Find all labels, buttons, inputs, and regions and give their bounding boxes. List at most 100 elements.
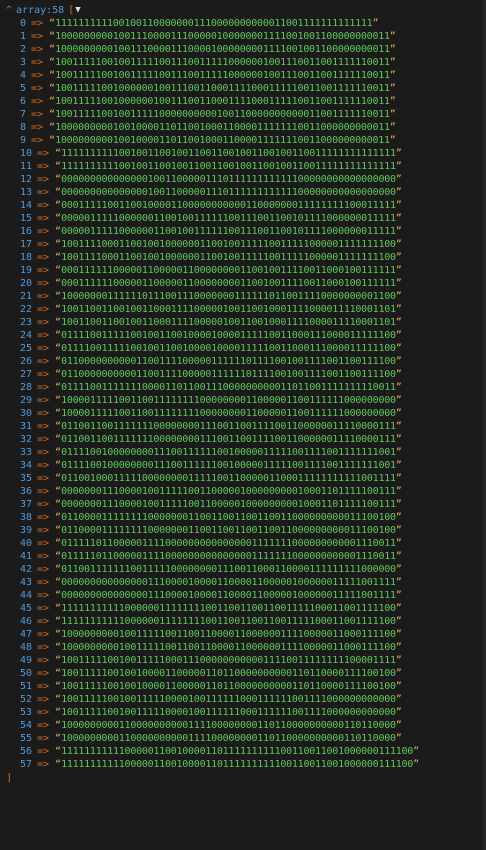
row-index: 30 — [19, 408, 32, 419]
row-arrow: => — [37, 330, 50, 341]
array-row: 8 => “100000000010010000110110010001100001… — [6, 121, 486, 134]
row-arrow: => — [37, 447, 50, 458]
row-index: 11 — [19, 161, 32, 172]
close-quote: ” — [395, 473, 402, 484]
row-index: 18 — [19, 252, 32, 263]
array-row: 31 => “01100110011111110000000011100110011… — [6, 420, 486, 433]
row-index: 57 — [19, 759, 32, 770]
array-row: 39 => “01100001111111100000001100110011001… — [6, 524, 486, 537]
row-value: 0110011111110011111000000001110011000110… — [61, 564, 396, 575]
close-quote: ” — [395, 395, 402, 406]
row-arrow: => — [37, 421, 50, 432]
row-index: 50 — [19, 668, 32, 679]
array-rows: 0 => “111111111100100110000000111000000000… — [6, 17, 486, 771]
array-row: 36 => “00000001110000100111110011000001000… — [6, 485, 486, 498]
close-quote: ” — [395, 252, 402, 263]
row-index: 23 — [19, 317, 32, 328]
array-row: 49 => “10011111001001111100011100000000000… — [6, 654, 486, 667]
row-arrow: => — [37, 733, 50, 744]
row-value: 1000000000100111110011001100001100000011… — [61, 642, 396, 653]
row-value: 0000011111000000110010011111100111001100… — [61, 226, 396, 237]
row-value: 0111100111110010011001000010000111110011… — [61, 330, 396, 341]
array-row: 4 => “100111110010011111001110011111000000… — [6, 69, 486, 82]
array-row: 40 => “01111101100000111100000000000000011… — [6, 537, 486, 550]
close-quote: ” — [372, 18, 379, 29]
close-quote: ” — [395, 382, 402, 393]
close-quote: ” — [395, 460, 402, 471]
close-quote: ” — [395, 421, 402, 432]
row-arrow: => — [31, 109, 44, 120]
row-value: 0110010001111100000000111110011000001100… — [61, 473, 396, 484]
close-quote: ” — [395, 148, 402, 159]
array-row: 16 => “00000111110000001100100111111001110… — [6, 225, 486, 238]
row-arrow: => — [37, 187, 50, 198]
row-arrow: => — [37, 148, 50, 159]
close-quote: ” — [395, 603, 402, 614]
array-row: 42 => “01100111111100111110000000011100110… — [6, 563, 486, 576]
row-arrow: => — [37, 590, 50, 601]
row-index: 15 — [19, 213, 32, 224]
row-arrow: => — [37, 460, 50, 471]
row-index: 47 — [19, 629, 32, 640]
array-row: 27 => “01100000000001100111100000111111011… — [6, 368, 486, 381]
row-arrow: => — [37, 200, 50, 211]
row-value: 0001111100110010000110000000000011000000… — [61, 200, 396, 211]
row-arrow: => — [37, 512, 50, 523]
row-value: 1001111100100100001100000110110000000000… — [61, 668, 396, 679]
close-quote: ” — [395, 317, 402, 328]
row-arrow: => — [37, 707, 50, 718]
array-dump-panel: ^ array:58 [ ▼ 0 => “111111111100100110000… — [0, 0, 486, 850]
row-index: 42 — [19, 564, 32, 575]
row-value: 0000000000000001110000100001100001100000… — [61, 577, 396, 588]
close-quote: ” — [395, 174, 402, 185]
array-row: 21 => “10000000111111011100111000000011111… — [6, 290, 486, 303]
row-index: 29 — [19, 395, 32, 406]
array-row: 53 => “10011111001001111100001001111110001… — [6, 706, 486, 719]
close-quote: ” — [389, 109, 396, 120]
close-quote: ” — [389, 96, 396, 107]
array-row: 13 => “00000000000000010011000001110111111… — [6, 186, 486, 199]
row-index: 21 — [19, 291, 32, 302]
close-bracket: ] — [6, 773, 13, 784]
array-row: 55 => “10000000001100000000001111000000001… — [6, 732, 486, 745]
close-quote: ” — [395, 629, 402, 640]
row-arrow: => — [31, 57, 44, 68]
array-row: 3 => “100111110010011111001110011111000000… — [6, 56, 486, 69]
row-index: 8 — [19, 122, 26, 133]
row-value: 1001100110010011000111100000100110010001… — [61, 317, 396, 328]
row-value: 0110000000000110011110000011111101111001… — [61, 369, 396, 380]
close-quote: ” — [395, 668, 402, 679]
row-arrow: => — [37, 317, 50, 328]
row-value: 0001111110000011000001100000000110010011… — [61, 278, 396, 289]
row-value: 1111111111001001100000001110000000000011… — [55, 18, 373, 29]
close-quote: ” — [395, 278, 402, 289]
close-quote: ” — [389, 70, 396, 81]
array-row: 51 => “10011111001001000011000001101100000… — [6, 680, 486, 693]
array-row: 12 => “00000000000000010011000001110111111… — [6, 173, 486, 186]
row-value: 1111111111100000011111111001100110011001… — [61, 603, 396, 614]
row-arrow: => — [37, 616, 50, 627]
row-index: 27 — [19, 369, 32, 380]
row-value: 1001111100100000010011100110001111000111… — [55, 96, 390, 107]
close-quote: ” — [395, 590, 402, 601]
array-row: 50 => “10011111001001000011000001101100000… — [6, 667, 486, 680]
close-quote: ” — [413, 759, 420, 770]
row-value: 0000000111000010011111001100000100000000… — [61, 486, 396, 497]
collapse-caret[interactable]: ^ — [6, 4, 12, 17]
row-value: 1001111100100111110001110000000000011110… — [61, 655, 396, 666]
row-value: 1001111100100111110011100111110000001001… — [55, 57, 390, 68]
triangle-down-icon[interactable]: ▼ — [75, 4, 80, 17]
row-index: 52 — [19, 694, 32, 705]
close-quote: ” — [389, 57, 396, 68]
array-row: 46 => “11111111111000000111111110011001100… — [6, 615, 486, 628]
array-row: 57 => “11111111111000001100100001101111111… — [6, 758, 486, 771]
close-quote: ” — [395, 356, 402, 367]
row-index: 46 — [19, 616, 32, 627]
array-row: 1 => “100000000010011100001110000010000000… — [6, 30, 486, 43]
array-header[interactable]: ^ array:58 [ ▼ — [6, 4, 486, 17]
row-index: 37 — [19, 499, 32, 510]
close-quote: ” — [395, 681, 402, 692]
row-value: 0111100100000000111001111110010000011111… — [61, 460, 396, 471]
row-index: 34 — [19, 460, 32, 471]
row-value: 1000000000100111000011100001000000001111… — [55, 44, 390, 55]
